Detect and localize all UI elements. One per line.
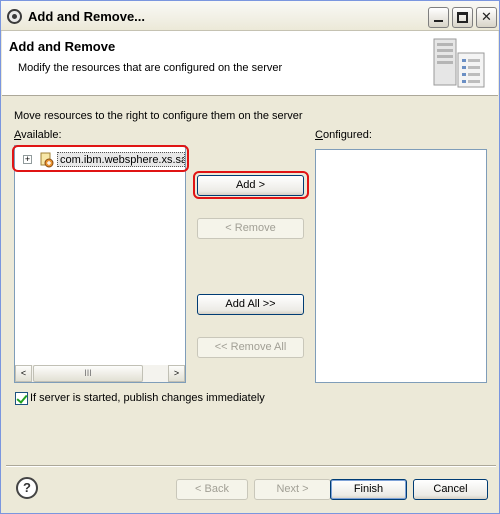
banner-description: Modify the resources that are configured… — [18, 62, 283, 74]
available-label-rest: vailable: — [21, 129, 62, 141]
help-icon[interactable]: ? — [16, 477, 38, 499]
add-all-button[interactable]: Add All >> — [197, 294, 304, 315]
back-button[interactable]: < Back — [176, 479, 248, 500]
configured-list[interactable] — [315, 149, 487, 383]
maximize-button[interactable] — [452, 7, 473, 28]
cancel-button[interactable]: Cancel — [413, 479, 488, 500]
eclipse-app-icon — [7, 9, 22, 24]
next-button[interactable]: Next > — [254, 479, 331, 500]
add-remove-dialog: Add and Remove... ✕ Add and Remove Modif… — [0, 0, 500, 514]
configured-label-rest: onfigured: — [322, 129, 372, 141]
publish-immediately-label: If server is started, publish changes im… — [30, 392, 265, 404]
horizontal-scrollbar[interactable]: < III > — [15, 365, 185, 382]
highlight-ring-add-button — [193, 171, 309, 199]
configured-label-mnemonic: C — [315, 129, 323, 141]
scroll-right-icon: > — [173, 368, 180, 378]
remove-all-button[interactable]: << Remove All — [197, 337, 304, 358]
footer-separator — [6, 465, 496, 467]
maximize-icon — [457, 12, 468, 23]
publish-immediately-checkbox[interactable] — [15, 392, 28, 405]
scroll-left-icon: < — [20, 368, 27, 378]
available-list[interactable]: + com.ibm.websphere.xs.sa < III > — [14, 145, 186, 383]
close-icon: ✕ — [481, 9, 492, 24]
minimize-icon — [434, 20, 443, 22]
highlight-ring-available-item — [12, 145, 189, 172]
instruction-text: Move resources to the right to configure… — [14, 110, 303, 122]
finish-button[interactable]: Finish — [330, 479, 407, 500]
available-label: Available: — [14, 129, 62, 141]
dialog-banner: Add and Remove Modify the resources that… — [2, 31, 498, 96]
remove-button[interactable]: < Remove — [197, 218, 304, 239]
scroll-left-button[interactable]: < — [15, 365, 32, 382]
scroll-right-button[interactable]: > — [168, 365, 185, 382]
server-icon — [433, 38, 485, 88]
scroll-thumb[interactable]: III — [33, 365, 143, 382]
configured-label: Configured: — [315, 129, 372, 141]
window-title: Add and Remove... — [28, 9, 146, 24]
title-bar[interactable]: Add and Remove... ✕ — [1, 1, 499, 31]
close-button[interactable]: ✕ — [476, 7, 497, 28]
minimize-button[interactable] — [428, 7, 449, 28]
banner-title: Add and Remove — [9, 39, 116, 54]
